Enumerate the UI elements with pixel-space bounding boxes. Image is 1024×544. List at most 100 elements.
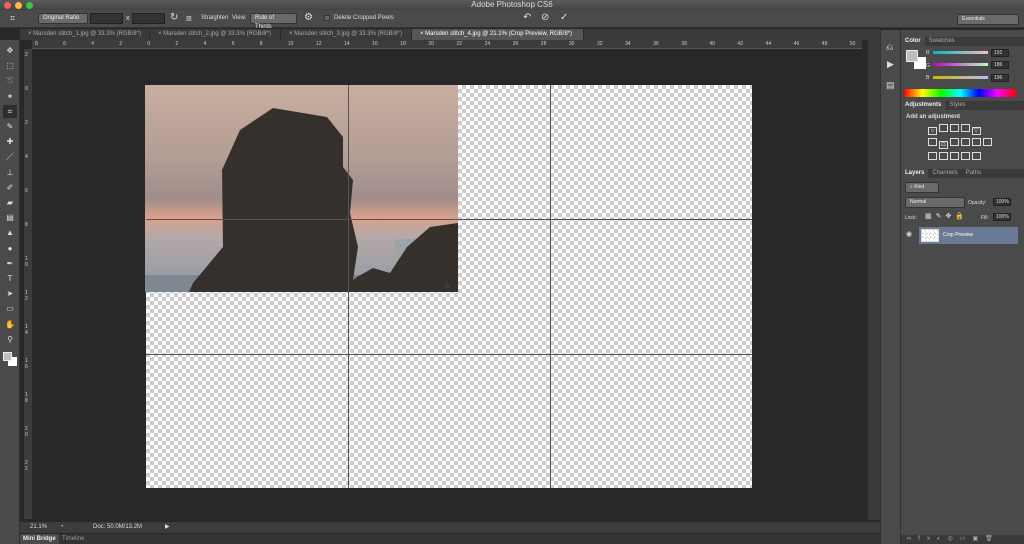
- hand-tool-icon[interactable]: ✋: [3, 318, 17, 331]
- gradient-tool-icon[interactable]: ▤: [3, 211, 17, 224]
- lock-icons[interactable]: ▦✎✥🔒: [925, 212, 968, 220]
- gradient-map-icon[interactable]: [971, 152, 981, 160]
- zoom-window-button[interactable]: [26, 2, 33, 9]
- ruler-tick-label: 4: [203, 41, 207, 47]
- move-tool-icon[interactable]: ✥: [3, 44, 17, 57]
- lasso-tool-icon[interactable]: ➰: [3, 74, 17, 87]
- b-value[interactable]: 196: [991, 74, 1009, 82]
- color-balance-icon[interactable]: ⚖: [938, 141, 948, 149]
- tab-paths[interactable]: Paths: [962, 169, 985, 178]
- doc-size: Doc: 50.0M/13.2M: [93, 524, 143, 530]
- tab-stitch-2[interactable]: × Marsden stitch_2.jpg @ 33.3% (RGB/8*): [150, 29, 281, 40]
- tab-adjustments[interactable]: Adjustments: [901, 101, 946, 110]
- tab-stitch-3[interactable]: × Marsden stitch_3.jpg @ 33.3% (RGB/8*): [281, 29, 412, 40]
- color-lookup-icon[interactable]: [982, 138, 992, 146]
- photo-filter-icon[interactable]: [960, 138, 970, 146]
- vertical-ruler: 2 0 2 4 6 8 10 12 14 16 18 20 22: [24, 49, 32, 519]
- layer-name[interactable]: Crop Preview: [943, 232, 973, 238]
- reset-icon[interactable]: ↶: [523, 12, 531, 23]
- crop-tool-icon[interactable]: ⌗: [10, 13, 15, 24]
- workspace-select[interactable]: Essentials: [957, 14, 1019, 25]
- swap-icon[interactable]: ↻: [170, 12, 178, 23]
- hue-saturation-icon[interactable]: [928, 138, 937, 146]
- r-slider[interactable]: [933, 51, 988, 54]
- invert-icon[interactable]: [928, 152, 937, 160]
- black-white-icon[interactable]: [949, 138, 959, 146]
- tab-stitch-1[interactable]: × Marsden stitch_1.jpg @ 33.3% (RGB/8*): [20, 29, 150, 40]
- threshold-icon[interactable]: [949, 152, 959, 160]
- adjustments-heading: Add an adjustment: [906, 114, 961, 120]
- tab-timeline[interactable]: Timeline: [62, 534, 84, 544]
- tab-swatches[interactable]: Swatches: [925, 37, 959, 46]
- exposure-icon[interactable]: [960, 124, 970, 132]
- g-slider[interactable]: [933, 63, 988, 66]
- vertical-scrollbar[interactable]: [868, 40, 880, 520]
- properties-icon[interactable]: ▤: [886, 80, 895, 91]
- curves-icon[interactable]: [949, 124, 959, 132]
- selective-color-icon[interactable]: [960, 152, 970, 160]
- visibility-eye-icon[interactable]: ◉: [906, 230, 912, 238]
- ratio-select[interactable]: Original Ratio: [38, 13, 88, 24]
- status-menu-icon[interactable]: ◔: [60, 522, 64, 533]
- b-slider[interactable]: [933, 76, 988, 79]
- dodge-tool-icon[interactable]: ●: [3, 242, 17, 255]
- pen-tool-icon[interactable]: ✒: [3, 257, 17, 270]
- grid-line: [550, 85, 551, 488]
- gear-icon[interactable]: ⚙: [304, 12, 313, 23]
- opacity-input[interactable]: 100%: [993, 198, 1011, 206]
- r-value[interactable]: 192: [991, 49, 1009, 57]
- foreground-color-tool[interactable]: [3, 352, 12, 361]
- view-select[interactable]: Rule of Thirds: [250, 13, 297, 30]
- minimize-window-button[interactable]: [15, 2, 22, 9]
- width-input[interactable]: [90, 13, 123, 24]
- layer-row[interactable]: Crop Preview: [919, 227, 1018, 244]
- path-select-icon[interactable]: ➤: [3, 287, 17, 300]
- magic-wand-icon[interactable]: ✶: [3, 90, 17, 103]
- layer-filter-select[interactable]: ⌕ Kind: [905, 182, 939, 193]
- straighten-icon[interactable]: ▥: [186, 15, 192, 22]
- posterize-icon[interactable]: [938, 152, 948, 160]
- tab-mini-bridge[interactable]: Mini Bridge: [20, 534, 59, 544]
- tab-channels[interactable]: Channels: [928, 169, 961, 178]
- rectangle-tool-icon[interactable]: ▭: [3, 302, 17, 315]
- layers-footer-icons[interactable]: ∞fx◐◎▭▣🗑: [901, 535, 1024, 544]
- foreground-color-swatch[interactable]: [906, 50, 918, 62]
- brightness-icon[interactable]: ☼: [928, 127, 937, 135]
- crop-tool-icon[interactable]: ⌗: [3, 104, 17, 118]
- eyedropper-icon[interactable]: ✎: [3, 120, 17, 133]
- levels-icon[interactable]: [938, 124, 948, 132]
- cancel-icon[interactable]: ⊘: [541, 12, 549, 23]
- r-label: R: [926, 50, 930, 56]
- ruler-tick-label: 18: [25, 392, 28, 404]
- commit-icon[interactable]: ✓: [560, 12, 568, 23]
- g-value[interactable]: 186: [991, 61, 1009, 69]
- history-brush-icon[interactable]: ✐: [3, 181, 17, 194]
- height-input[interactable]: [132, 13, 165, 24]
- ruler-tick-label: 16: [25, 358, 28, 370]
- ruler-tick-label: 34: [625, 41, 631, 47]
- history-icon[interactable]: ⎌: [886, 42, 893, 53]
- delete-cropped-checkbox[interactable]: [324, 15, 330, 21]
- clone-stamp-icon[interactable]: ⊥: [3, 166, 17, 179]
- straighten-button[interactable]: Straighten: [201, 15, 228, 21]
- healing-brush-icon[interactable]: ✚: [3, 135, 17, 148]
- marquee-tool-icon[interactable]: ⬚: [3, 59, 17, 72]
- tab-stitch-4[interactable]: × Marsden stitch_4.jpg @ 21.1% (Crop Pre…: [412, 29, 584, 40]
- eraser-icon[interactable]: ▰: [3, 196, 17, 209]
- brush-tool-icon[interactable]: ／: [3, 150, 17, 163]
- status-arrow-icon[interactable]: ▶: [165, 522, 170, 533]
- blend-mode-select[interactable]: Normal: [905, 197, 965, 208]
- tab-color[interactable]: Color: [901, 37, 925, 46]
- close-window-button[interactable]: [4, 2, 11, 9]
- zoom-level[interactable]: 21.1%: [30, 522, 47, 533]
- type-tool-icon[interactable]: T: [3, 272, 17, 285]
- vibrance-icon[interactable]: ▽: [971, 127, 981, 135]
- fill-input[interactable]: 100%: [993, 213, 1011, 221]
- zoom-tool-icon[interactable]: ⚲: [3, 333, 17, 346]
- channel-mixer-icon[interactable]: [971, 138, 981, 146]
- tab-styles[interactable]: Styles: [945, 101, 969, 110]
- blur-tool-icon[interactable]: ▲: [3, 226, 17, 239]
- actions-play-icon[interactable]: ▶: [887, 59, 894, 70]
- tab-layers[interactable]: Layers: [901, 169, 929, 178]
- color-spectrum-ramp[interactable]: [904, 89, 1016, 97]
